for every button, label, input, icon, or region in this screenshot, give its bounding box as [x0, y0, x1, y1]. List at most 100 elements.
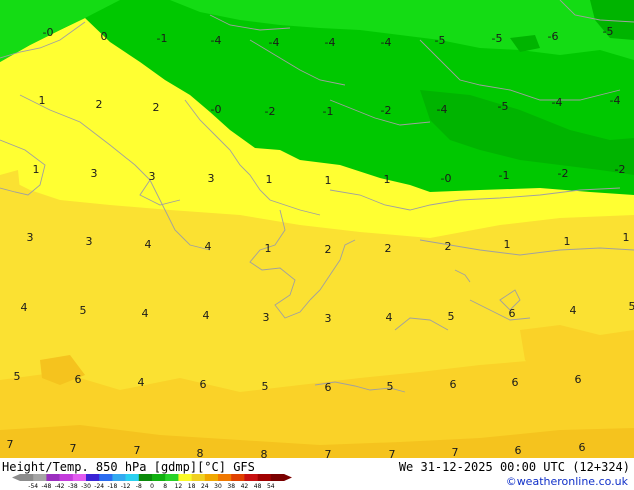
temperature-label: 7	[452, 446, 459, 458]
temperature-label: 2	[385, 242, 392, 255]
credit-link[interactable]: ©weatheronline.co.uk	[506, 475, 628, 488]
temperature-label: 2	[153, 101, 160, 114]
color-scale-tick: 18	[188, 483, 196, 490]
color-scale-swatch	[59, 474, 74, 481]
color-scale-tick: -8	[136, 483, 142, 490]
temperature-label: 4	[203, 309, 210, 322]
temperature-label: 5	[629, 300, 634, 313]
temperature-label: -2	[265, 105, 276, 118]
temperature-label: 4	[386, 311, 393, 324]
temperature-label: 5	[387, 380, 394, 393]
temperature-label: 1	[39, 94, 46, 107]
color-scale-tick: 12	[175, 483, 183, 490]
temperature-label: -0	[211, 103, 222, 116]
temperature-label: 2	[96, 98, 103, 111]
color-scale-swatch	[33, 474, 47, 481]
color-scale-swatch	[86, 474, 100, 481]
color-scale-swatch	[204, 474, 219, 481]
temperature-label: -0	[441, 172, 452, 185]
color-scale-tick: 24	[201, 483, 209, 490]
temperature-label: 3	[86, 235, 93, 248]
temperature-label: 1	[265, 242, 272, 255]
temperature-label: 5	[14, 370, 21, 383]
temperature-label: 5	[262, 380, 269, 393]
temperature-label: -2	[558, 167, 569, 180]
temperature-label: 6	[75, 373, 82, 386]
color-scale-swatch	[125, 474, 140, 481]
temperature-label: 6	[325, 381, 332, 394]
temperature-label: -4	[552, 96, 563, 109]
color-scale-tick: -30	[81, 483, 91, 490]
temperature-label: -4	[610, 94, 621, 107]
temperature-label: 3	[149, 170, 156, 183]
temperature-label: -1	[499, 169, 510, 182]
temperature-label: 7	[7, 438, 14, 451]
temperature-label: 3	[27, 231, 34, 244]
map-title: Height/Temp. 850 hPa [gdmp][°C] GFS	[2, 460, 255, 474]
color-scale-tick: 30	[214, 483, 222, 490]
color-scale-swatch	[72, 474, 87, 481]
temperature-label: -5	[603, 25, 614, 38]
temperature-label: 8	[261, 448, 268, 458]
color-scale-bar: -54 -48 -42 -38 -30 -24 -18 -12 -8 0 8 12 18 24 30 38 42…	[12, 474, 292, 490]
weather-map: -0 0 -1 -4 -4 -4 -4 -5 -5 -6 -5 1 2 2 -0 -2 -1 -2 -4 -5 -4 -4…	[0, 0, 634, 458]
temperature-label: 1	[33, 163, 40, 176]
temperature-label: 4	[570, 304, 577, 317]
scale-max-arrow	[284, 474, 292, 481]
temperature-label: 6	[450, 378, 457, 391]
color-scale-tick: 54	[267, 483, 275, 490]
temperature-label: 1	[266, 173, 273, 186]
color-scale-swatch	[20, 474, 34, 481]
temperature-label: 0	[101, 30, 108, 43]
temperature-label: -4	[381, 36, 392, 49]
temperature-label: 4	[145, 238, 152, 251]
temperature-label: 7	[134, 444, 141, 457]
temperature-label: 2	[445, 240, 452, 253]
color-scale-swatch	[178, 474, 192, 481]
temperature-label: 8	[197, 447, 204, 458]
color-scale-tick: -42	[55, 483, 65, 490]
scale-min-arrow	[12, 474, 20, 481]
color-scale-swatch	[46, 474, 60, 481]
temperature-label: -2	[615, 163, 626, 176]
color-scale-swatch	[244, 474, 258, 481]
temperature-label: 2	[325, 243, 332, 256]
color-scale-swatch	[231, 474, 245, 481]
color-scale-swatch	[218, 474, 232, 481]
temperature-label: 6	[509, 307, 516, 320]
temperature-label: 4	[205, 240, 212, 253]
temperature-label: 3	[263, 311, 270, 324]
temperature-label: 3	[325, 312, 332, 325]
temperature-label: -4	[269, 36, 280, 49]
temperature-label: 4	[138, 376, 145, 389]
temperature-label: 1	[325, 174, 332, 187]
temperature-label: 4	[142, 307, 149, 320]
color-scale-tick: 8	[163, 483, 167, 490]
temperature-label: 7	[389, 448, 396, 458]
color-scale-swatch	[152, 474, 166, 481]
color-scale-tick: -18	[107, 483, 117, 490]
temperature-label: 5	[80, 304, 87, 317]
temperature-label: 1	[384, 173, 391, 186]
color-scale-swatch	[257, 474, 272, 481]
temperature-label: -4	[211, 34, 222, 47]
temperature-label: -4	[437, 103, 448, 116]
temperature-label: -0	[43, 26, 54, 39]
temperature-label: 3	[91, 167, 98, 180]
temperature-label: -5	[498, 100, 509, 113]
color-scale-tick: -24	[94, 483, 104, 490]
temperature-label: 6	[512, 376, 519, 389]
temperature-label: 1	[564, 235, 571, 248]
temperature-label: -6	[548, 30, 559, 43]
color-scale-swatch	[165, 474, 179, 481]
valid-datetime: We 31-12-2025 00:00 UTC (12+324)	[398, 460, 630, 474]
color-scale-tick: -38	[68, 483, 78, 490]
temperature-label: -1	[323, 105, 334, 118]
temperature-label: -2	[381, 104, 392, 117]
color-scale-tick: 38	[227, 483, 235, 490]
temperature-label: 6	[515, 444, 522, 457]
map-footer: Height/Temp. 850 hPa [gdmp][°C] GFS We 3…	[0, 458, 634, 490]
temperature-label: -5	[435, 34, 446, 47]
color-scale-swatch	[270, 474, 285, 481]
color-scale-tick: 42	[241, 483, 249, 490]
